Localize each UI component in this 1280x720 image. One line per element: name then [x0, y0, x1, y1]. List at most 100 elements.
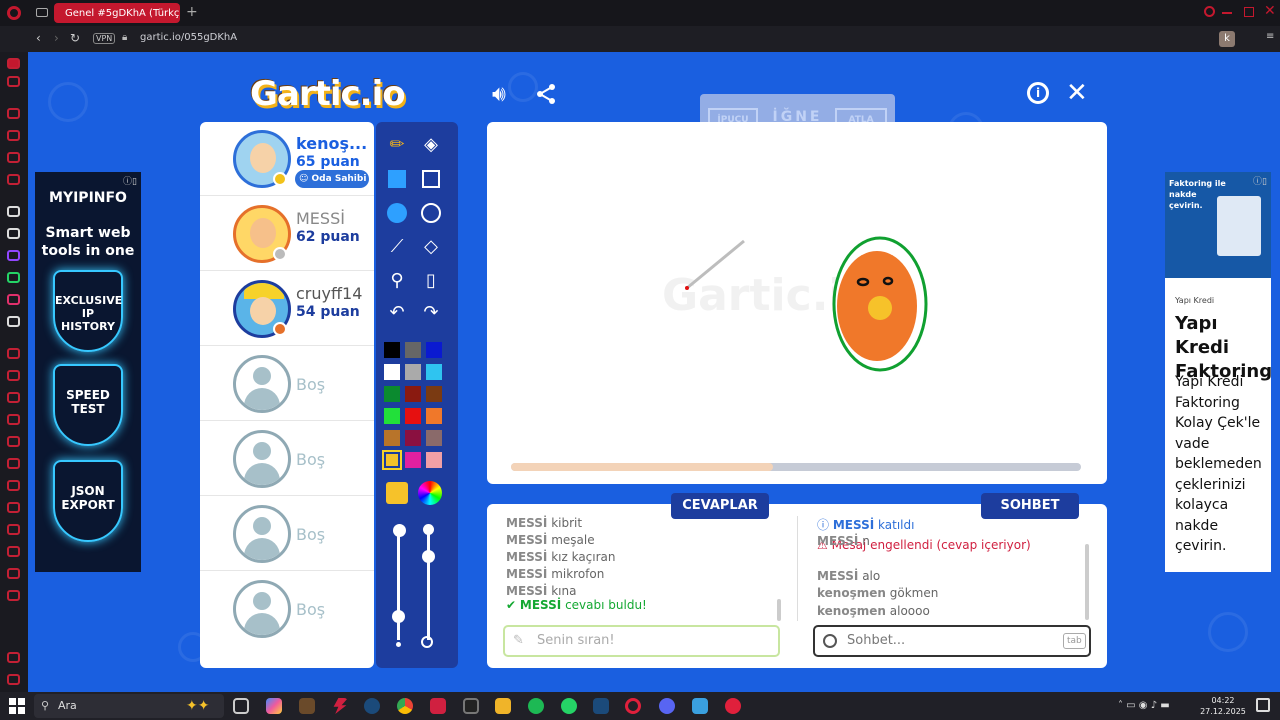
task-view-icon[interactable]: [233, 698, 249, 714]
settings-icon[interactable]: [7, 590, 20, 601]
maximize-icon[interactable]: [1244, 7, 1254, 17]
pencil-icon[interactable]: ✏: [386, 134, 408, 156]
whatsapp-icon[interactable]: [7, 272, 20, 283]
rect-icon[interactable]: [420, 168, 442, 190]
color-swatch[interactable]: [384, 430, 400, 446]
size-slider-handle[interactable]: [392, 610, 405, 623]
app-red-icon[interactable]: [430, 698, 446, 714]
color-swatch[interactable]: [405, 430, 421, 446]
taskbar-search[interactable]: ⚲ Ara ✦✦: [34, 694, 224, 718]
ai-icon[interactable]: [7, 206, 20, 217]
right-ad[interactable]: Faktoring ile nakde çevirin. ⓘ▯ Yapı Kre…: [1165, 172, 1272, 572]
news-icon[interactable]: [7, 502, 20, 513]
back-icon[interactable]: ‹: [36, 31, 41, 45]
pinboard-icon[interactable]: [7, 392, 20, 403]
app-record-icon[interactable]: [725, 698, 741, 714]
minimize-icon[interactable]: [1222, 12, 1232, 14]
fill-bucket-icon[interactable]: ◇: [420, 236, 442, 258]
undo-icon[interactable]: ↶: [386, 302, 408, 324]
blank-page-icon[interactable]: ▯: [420, 270, 442, 292]
discord-icon[interactable]: [659, 698, 675, 714]
minecraft-icon[interactable]: [299, 698, 315, 714]
messenger-icon[interactable]: [7, 174, 20, 185]
forward-icon[interactable]: ›: [54, 31, 59, 45]
chat-input[interactable]: Sohbet... tab: [813, 625, 1091, 657]
search-icon[interactable]: [1204, 6, 1215, 17]
chatgpt-icon[interactable]: [7, 228, 20, 239]
notification-icon[interactable]: [1256, 698, 1270, 712]
new-tab-icon[interactable]: +: [186, 4, 198, 20]
app-blue-icon[interactable]: [692, 698, 708, 714]
reload-icon[interactable]: ↻: [70, 31, 80, 45]
steam2-icon[interactable]: [593, 698, 609, 714]
gx-icon[interactable]: [7, 652, 20, 663]
player-row[interactable]: MESSİ 62 puan: [200, 197, 374, 271]
player-icon[interactable]: [7, 348, 20, 359]
color-wheel-icon[interactable]: [418, 481, 442, 505]
copilot-icon[interactable]: [266, 698, 282, 714]
spotify-icon[interactable]: [528, 698, 544, 714]
shopping-icon[interactable]: [7, 130, 20, 141]
chat-scrollbar[interactable]: [1085, 544, 1089, 620]
tab-menu-icon[interactable]: [36, 8, 48, 17]
info-icon[interactable]: i: [1027, 82, 1049, 104]
color-swatch[interactable]: [426, 342, 442, 358]
more-icon[interactable]: [7, 674, 20, 685]
color-swatch[interactable]: [405, 364, 421, 380]
opera-gx-icon[interactable]: [625, 698, 641, 714]
player-row[interactable]: cruyff14 54 puan: [200, 272, 374, 346]
home-icon[interactable]: [7, 58, 20, 69]
chrome-icon[interactable]: [397, 698, 413, 714]
color-swatch[interactable]: [405, 386, 421, 402]
drawing-canvas[interactable]: Gartic.io: [487, 122, 1107, 484]
filled-circle-icon[interactable]: [386, 202, 408, 224]
left-ad[interactable]: ⓘ▯ MYIPINFO Smart web tools in one EXCLU…: [35, 172, 141, 572]
flow-icon[interactable]: [7, 370, 20, 381]
snapshot-icon[interactable]: [7, 546, 20, 557]
browser-tab-active[interactable]: Genel #5gDKhA (Türkçe): [54, 3, 180, 23]
color-swatch[interactable]: [405, 452, 421, 468]
heart-icon[interactable]: [7, 436, 20, 447]
history-icon[interactable]: [7, 108, 20, 119]
color-swatch[interactable]: [405, 408, 421, 424]
tray-icons[interactable]: ˄ ▭ ◉ ♪ ▬: [1118, 700, 1170, 711]
player-row[interactable]: kenoş... 65 puan ☺ Oda Sahibi: [200, 122, 374, 196]
share-icon[interactable]: [534, 82, 560, 108]
color-swatch[interactable]: [426, 408, 442, 424]
eraser-icon[interactable]: ◈: [420, 134, 442, 156]
extensions-icon[interactable]: [7, 414, 20, 425]
instagram-icon[interactable]: [7, 294, 20, 305]
downloads-icon[interactable]: [7, 524, 20, 535]
filled-rect-icon[interactable]: [386, 168, 408, 190]
profile-avatar[interactable]: k: [1219, 31, 1235, 47]
circle-icon[interactable]: [420, 202, 442, 224]
vpn-badge[interactable]: VPN: [93, 33, 116, 44]
color-swatch[interactable]: [426, 452, 442, 468]
color-swatch[interactable]: [384, 364, 400, 380]
app-dark-icon[interactable]: [463, 698, 479, 714]
close-window-icon[interactable]: ✕: [1264, 3, 1276, 19]
eyedropper-icon[interactable]: ⚲: [386, 270, 408, 292]
color-swatch[interactable]: [426, 364, 442, 380]
app-yellow-icon[interactable]: [495, 698, 511, 714]
menu-icon[interactable]: ≡: [1266, 31, 1274, 42]
gartic-logo[interactable]: Gartic.io: [250, 74, 406, 114]
color-swatch[interactable]: [426, 386, 442, 402]
ad-choices-icon[interactable]: ⓘ▯: [123, 174, 137, 187]
sound-icon[interactable]: 🔊︎: [492, 82, 518, 108]
close-icon[interactable]: ✕: [1066, 78, 1088, 108]
taskbar-clock[interactable]: 04:22 27.12.2025: [1198, 695, 1248, 717]
steam-icon[interactable]: [364, 698, 380, 714]
windows-start-icon[interactable]: [9, 698, 25, 714]
color-swatch[interactable]: [384, 408, 400, 424]
whatsapp-icon[interactable]: [561, 698, 577, 714]
color-swatch[interactable]: [384, 386, 400, 402]
current-color-swatch[interactable]: [386, 482, 408, 504]
line-icon[interactable]: ⟋: [386, 236, 408, 258]
redo-icon[interactable]: ↷: [420, 302, 442, 324]
gaming-icon[interactable]: [7, 76, 20, 87]
clock-icon[interactable]: [7, 568, 20, 579]
ad-choices-icon[interactable]: ⓘ▯: [1253, 174, 1267, 187]
color-swatch[interactable]: [405, 342, 421, 358]
answer-input[interactable]: ✎ Senin sıran!: [503, 625, 780, 657]
